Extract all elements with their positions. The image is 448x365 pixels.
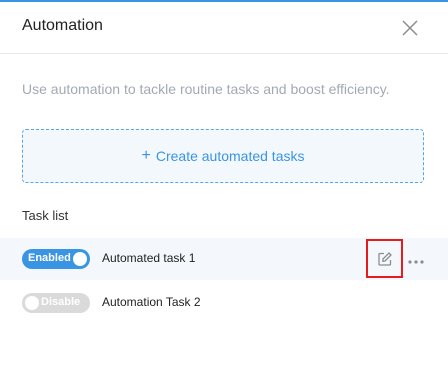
create-task-label: Create automated tasks <box>155 148 305 164</box>
toggle-label: Disable <box>41 296 81 308</box>
more-options-button[interactable] <box>407 254 425 264</box>
panel-header: Automation <box>0 2 448 54</box>
toggle-knob <box>73 252 87 266</box>
panel-title: Automation <box>22 17 103 34</box>
edit-icon <box>377 251 392 266</box>
plus-icon: + <box>141 147 151 164</box>
edit-task-button[interactable] <box>366 239 403 278</box>
automation-panel: Automation Use automation to tackle rout… <box>0 0 448 365</box>
panel-description: Use automation to tackle routine tasks a… <box>22 81 390 97</box>
toggle-knob <box>25 296 39 310</box>
close-button[interactable] <box>401 19 419 37</box>
more-horizontal-icon <box>408 260 424 264</box>
task-row: Enabled Automated task 1 <box>0 238 448 280</box>
close-icon <box>402 20 418 36</box>
create-automated-task-button[interactable]: + Create automated tasks <box>22 129 424 183</box>
task-toggle[interactable]: Disable <box>22 293 90 313</box>
task-toggle[interactable]: Enabled <box>22 249 90 269</box>
task-name: Automation Task 2 <box>102 295 201 309</box>
task-name: Automated task 1 <box>102 251 196 265</box>
toggle-label: Enabled <box>28 252 71 264</box>
task-list-title: Task list <box>22 208 69 223</box>
task-row: Disable Automation Task 2 <box>0 282 448 324</box>
